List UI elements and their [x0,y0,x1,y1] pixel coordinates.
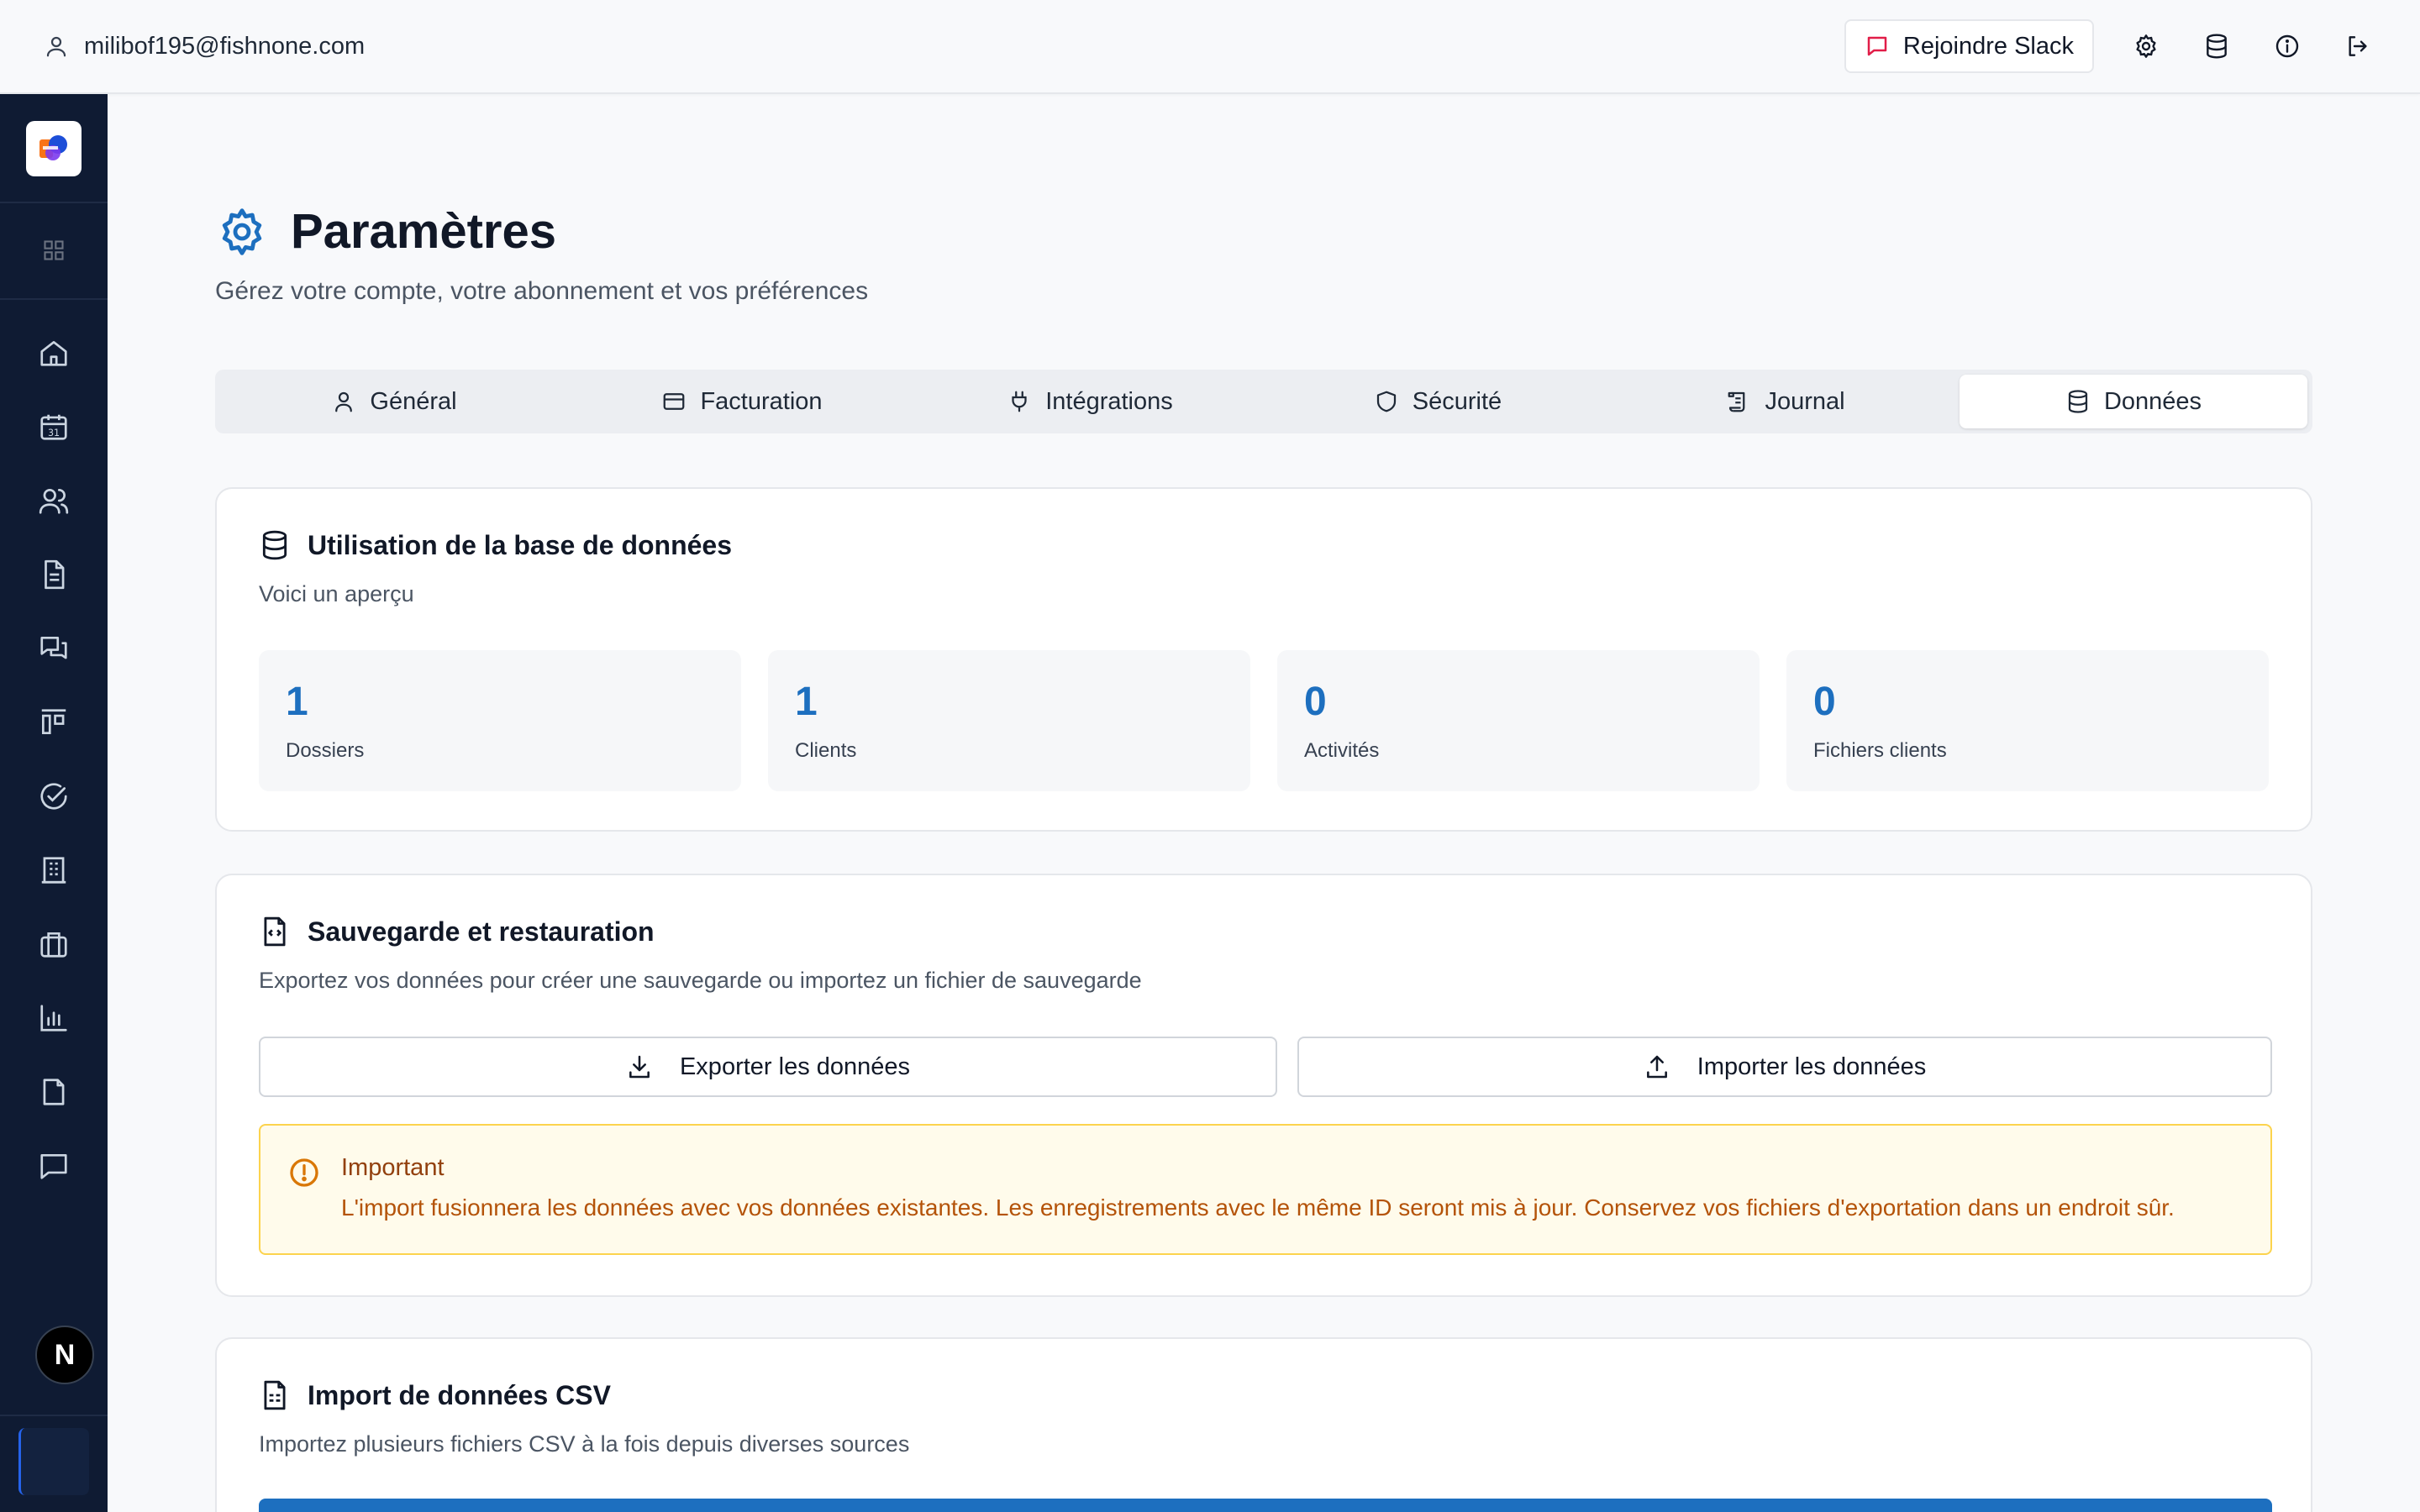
chat-icon[interactable] [34,628,74,669]
scroll-icon [1726,389,1751,414]
sidebar-divider [0,202,108,203]
home-icon[interactable] [34,333,74,373]
tab-label: Journal [1765,387,1845,415]
user-info: milibof195@fishnone.com [44,33,365,60]
card-title: Sauvegarde et restauration [308,916,655,947]
stat-card-clients: 1 Clients [768,650,1250,791]
gear-icon[interactable] [2128,28,2165,65]
download-icon [626,1053,653,1080]
sidebar-divider [0,1415,108,1416]
page-title: Paramètres [291,204,556,259]
info-icon[interactable] [2269,28,2306,65]
tab-billing[interactable]: Facturation [568,375,916,428]
tab-integrations[interactable]: Intégrations [916,375,1264,428]
document-icon[interactable] [34,554,74,595]
csv-dropzone-header[interactable] [259,1499,2272,1512]
credit-card-icon [661,389,687,414]
users-icon[interactable] [34,480,74,521]
card-header: Sauvegarde et restauration [259,916,655,948]
import-data-button[interactable]: Importer les données [1297,1037,2272,1097]
sidebar-divider [0,298,108,300]
stats-row: 1 Dossiers 1 Clients 0 Activités 0 Fichi… [259,650,2269,791]
calendar-icon[interactable]: 31 [34,407,74,447]
tab-journal[interactable]: Journal [1612,375,1960,428]
stat-value: 1 [286,680,308,724]
database-icon [2065,389,2091,414]
stat-label: Clients [795,739,857,762]
backup-actions: Exporter les données Importer les donnée… [259,1037,2272,1097]
tab-label: Données [2103,387,2202,415]
user-email: milibof195@fishnone.com [84,32,366,60]
stat-value: 0 [1813,680,1836,724]
kanban-icon[interactable] [34,702,74,743]
grid-icon[interactable] [34,230,74,270]
database-usage-card: Utilisation de la base de données Voici … [215,487,2312,832]
logout-icon[interactable] [2339,28,2376,65]
user-icon [331,389,356,414]
upload-icon [1644,1053,1670,1080]
tab-security[interactable]: Sécurité [1264,375,1612,428]
app-logo[interactable] [26,121,82,176]
card-title: Utilisation de la base de données [308,529,733,560]
file-spreadsheet-icon [259,1379,291,1411]
backup-restore-card: Sauvegarde et restauration Exportez vos … [215,874,2312,1297]
import-warning-alert: Important L'import fusionnera les donnée… [259,1124,2272,1255]
message-flag-icon [1865,34,1890,59]
stat-value: 0 [1304,680,1327,724]
database-icon [259,529,291,561]
file-code-icon [259,916,291,948]
join-slack-label: Rejoindre Slack [1902,32,2074,60]
database-icon[interactable] [2198,28,2235,65]
page-header: Paramètres [215,203,556,260]
message-icon[interactable] [34,1146,74,1186]
export-label: Exporter les données [679,1053,911,1080]
settings-gear-icon [215,205,269,259]
stat-label: Fichiers clients [1813,739,1947,762]
stat-value: 1 [795,680,818,724]
tab-label: Sécurité [1412,387,1502,415]
sidebar-bottom-item[interactable] [18,1428,89,1495]
import-label: Importer les données [1697,1053,1927,1080]
stat-card-client-files: 0 Fichiers clients [1786,650,2269,791]
alert-title: Important [341,1154,445,1181]
stat-label: Activités [1304,739,1380,762]
card-description: Importez plusieurs fichiers CSV à la foi… [259,1431,910,1457]
card-description: Exportez vos données pour créer une sauv… [259,968,1142,993]
card-header: Import de données CSV [259,1379,611,1411]
shield-icon [1374,389,1399,414]
export-data-button[interactable]: Exporter les données [259,1037,1277,1097]
stat-card-dossiers: 1 Dossiers [259,650,741,791]
briefcase-icon[interactable] [34,924,74,964]
settings-tabs: Général Facturation Intégrations Sécurit… [215,370,2312,433]
check-circle-icon[interactable] [34,776,74,816]
join-slack-button[interactable]: Rejoindre Slack [1844,19,2094,73]
tab-label: Facturation [700,387,823,415]
page-subtitle: Gérez votre compte, votre abonnement et … [215,277,869,305]
building-icon[interactable] [34,850,74,890]
tab-label: Général [370,387,457,415]
csv-import-card: Import de données CSV Importez plusieurs… [215,1337,2312,1512]
dev-badge[interactable]: N [35,1326,94,1384]
plug-icon [1007,389,1032,414]
user-icon [44,34,69,59]
sidebar: 31 [0,94,108,1512]
stat-card-activities: 0 Activités [1277,650,1760,791]
tab-general[interactable]: Général [220,375,568,428]
top-bar: milibof195@fishnone.com Rejoindre Slack [0,0,2420,94]
svg-text:31: 31 [48,428,60,438]
card-title: Import de données CSV [308,1379,611,1410]
tab-data[interactable]: Données [1960,375,2307,428]
alert-circle-icon [287,1156,321,1189]
stat-label: Dossiers [286,739,365,762]
bar-chart-icon[interactable] [34,998,74,1038]
tab-label: Intégrations [1045,387,1173,415]
card-header: Utilisation de la base de données [259,529,732,561]
alert-text: L'import fusionnera les données avec vos… [341,1194,2175,1221]
file-icon[interactable] [34,1072,74,1112]
card-description: Voici un aperçu [259,581,414,606]
